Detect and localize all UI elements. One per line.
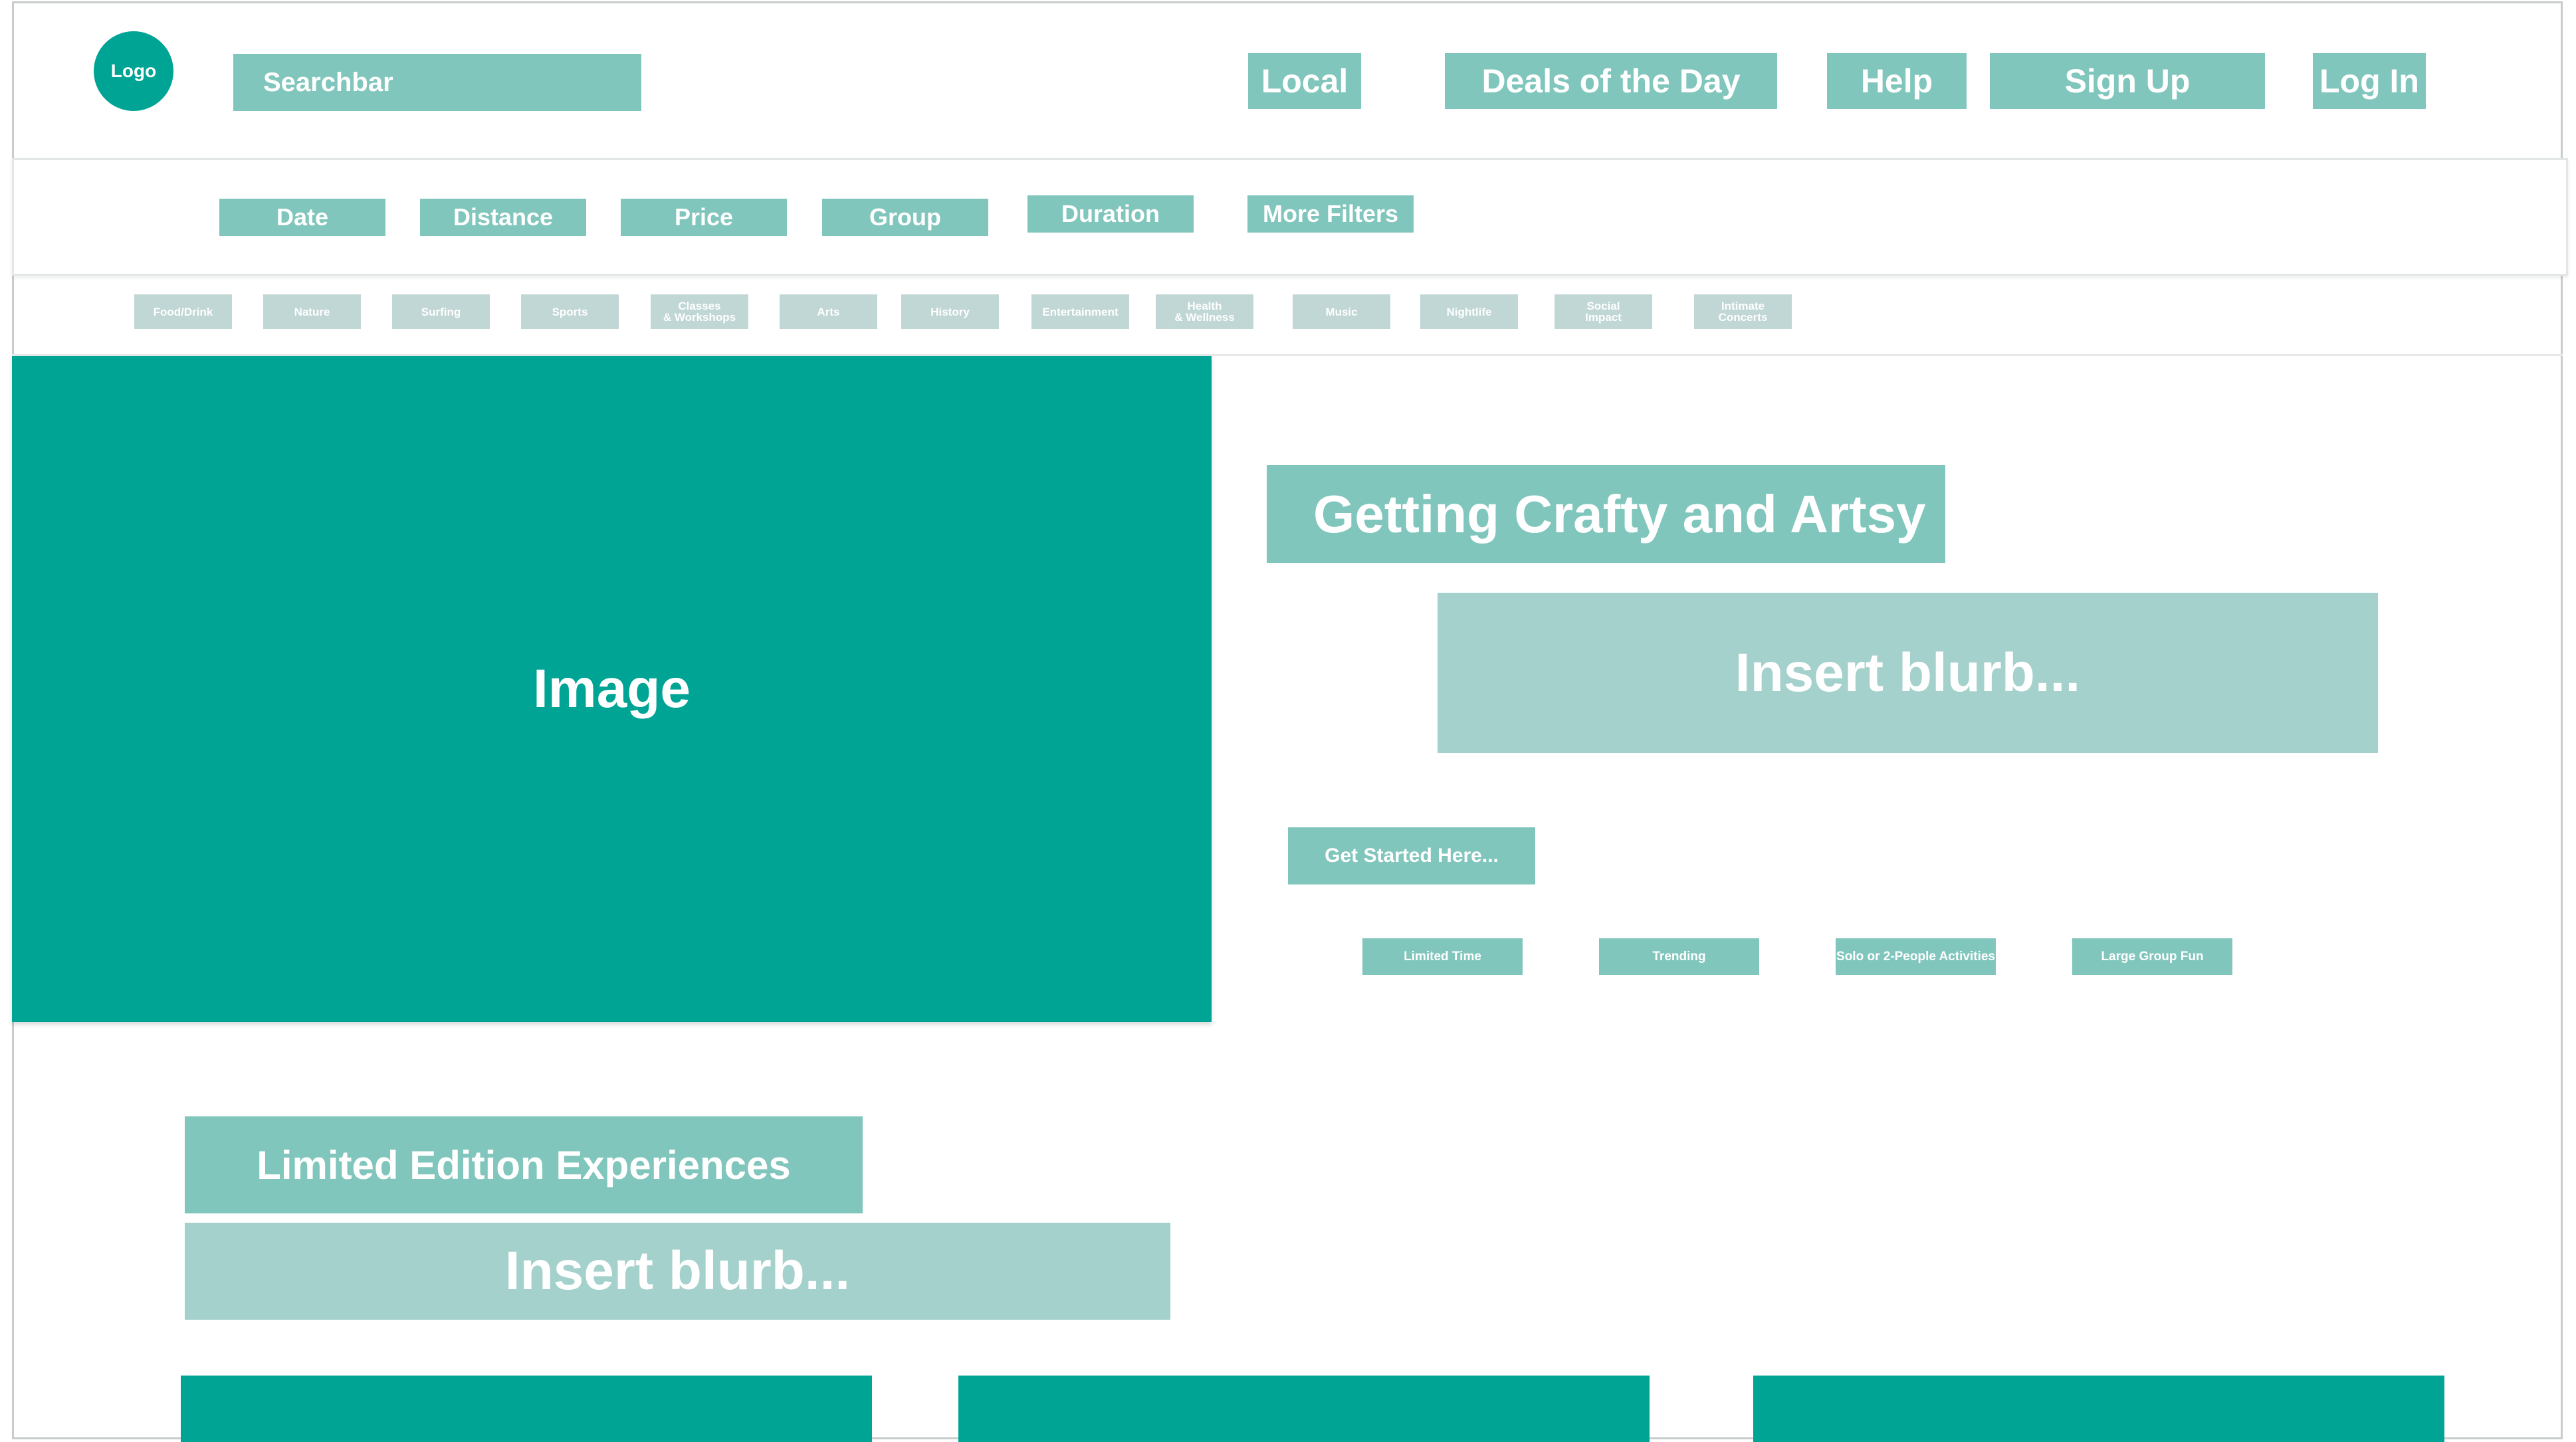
tag-limited-time[interactable]: Limited Time <box>1362 938 1523 975</box>
filter-date-label: Date <box>276 203 329 231</box>
filter-price-button[interactable]: Price <box>621 199 787 236</box>
filter-distance-label: Distance <box>453 203 554 231</box>
category-music[interactable]: Music <box>1293 294 1390 329</box>
nav-help-label: Help <box>1860 62 1933 100</box>
more-filters-button[interactable]: More Filters <box>1247 195 1414 233</box>
hero-image: Image <box>12 356 1212 1022</box>
hero-image-label: Image <box>533 659 691 719</box>
category-surfing[interactable]: Surfing <box>392 294 490 329</box>
nav-local-button[interactable]: Local <box>1248 53 1361 109</box>
nav-deals-button[interactable]: Deals of the Day <box>1445 53 1777 109</box>
category-classes-workshops[interactable]: Classes & Workshops <box>651 294 748 329</box>
category-label: Social Impact <box>1585 300 1622 324</box>
hero-title: Getting Crafty and Artsy <box>1267 465 1945 563</box>
category-label: Intimate Concerts <box>1718 300 1768 324</box>
category-label: Classes & Workshops <box>663 300 736 324</box>
limited-edition-blurb-text: Insert blurb... <box>504 1241 851 1301</box>
tag-label: Trending <box>1652 949 1706 964</box>
nav-login-label: Log In <box>2319 62 2419 100</box>
hero-blurb-text: Insert blurb... <box>1735 642 2081 703</box>
tag-large-group[interactable]: Large Group Fun <box>2072 938 2232 975</box>
search-label: Searchbar <box>263 67 393 97</box>
filter-group-button[interactable]: Group <box>822 199 988 236</box>
limited-edition-title-text: Limited Edition Experiences <box>257 1142 791 1187</box>
nav-local-label: Local <box>1261 62 1348 100</box>
get-started-label: Get Started Here... <box>1325 845 1499 867</box>
category-label: History <box>930 305 970 318</box>
category-sports[interactable]: Sports <box>521 294 619 329</box>
nav-signup-button[interactable]: Sign Up <box>1990 53 2265 109</box>
nav-help-button[interactable]: Help <box>1827 53 1967 109</box>
category-social-impact[interactable]: Social Impact <box>1555 294 1652 329</box>
category-food-drink[interactable]: Food/Drink <box>134 294 232 329</box>
filter-date-button[interactable]: Date <box>219 199 385 236</box>
category-entertainment[interactable]: Entertainment <box>1031 294 1129 329</box>
get-started-button[interactable]: Get Started Here... <box>1288 827 1535 884</box>
logo-text: Logo <box>110 60 157 81</box>
category-label: Health & Wellness <box>1174 300 1235 324</box>
category-label: Nature <box>294 305 330 318</box>
filter-duration-label: Duration <box>1061 200 1160 227</box>
category-health-wellness[interactable]: Health & Wellness <box>1156 294 1253 329</box>
tag-trending[interactable]: Trending <box>1599 938 1759 975</box>
experience-card[interactable] <box>958 1376 1650 1442</box>
category-label: Food/Drink <box>153 305 213 318</box>
tag-solo-2-people[interactable]: Solo or 2-People Activities <box>1836 938 1996 975</box>
search-bar[interactable]: Searchbar <box>233 54 641 111</box>
category-arts[interactable]: Arts <box>780 294 877 329</box>
hero-title-text: Getting Crafty and Artsy <box>1313 484 1926 544</box>
filter-price-label: Price <box>674 203 734 231</box>
category-label: Arts <box>817 305 840 318</box>
experience-card[interactable] <box>1753 1376 2444 1442</box>
experience-card[interactable] <box>181 1376 872 1442</box>
category-nature[interactable]: Nature <box>263 294 361 329</box>
nav-login-button[interactable]: Log In <box>2313 53 2426 109</box>
category-label: Sports <box>552 305 588 318</box>
limited-edition-blurb: Insert blurb... <box>185 1223 1170 1320</box>
nav-signup-label: Sign Up <box>2064 62 2191 100</box>
category-label: Nightlife <box>1446 305 1492 318</box>
filter-distance-button[interactable]: Distance <box>420 199 586 236</box>
category-nightlife[interactable]: Nightlife <box>1420 294 1518 329</box>
more-filters-label: More Filters <box>1262 200 1399 227</box>
category-label: Music <box>1325 305 1358 318</box>
category-history[interactable]: History <box>901 294 999 329</box>
category-intimate-concerts[interactable]: Intimate Concerts <box>1694 294 1792 329</box>
nav-deals-label: Deals of the Day <box>1481 62 1741 100</box>
limited-edition-title: Limited Edition Experiences <box>185 1116 863 1213</box>
hero-blurb: Insert blurb... <box>1438 593 2378 753</box>
filter-group-label: Group <box>869 203 941 231</box>
category-label: Entertainment <box>1042 305 1119 318</box>
logo[interactable]: Logo <box>94 31 173 111</box>
tag-label: Limited Time <box>1404 949 1481 964</box>
filter-duration-button[interactable]: Duration <box>1027 195 1194 233</box>
tag-label: Solo or 2-People Activities <box>1836 949 1995 964</box>
category-label: Surfing <box>421 305 461 318</box>
tag-label: Large Group Fun <box>2101 949 2204 964</box>
